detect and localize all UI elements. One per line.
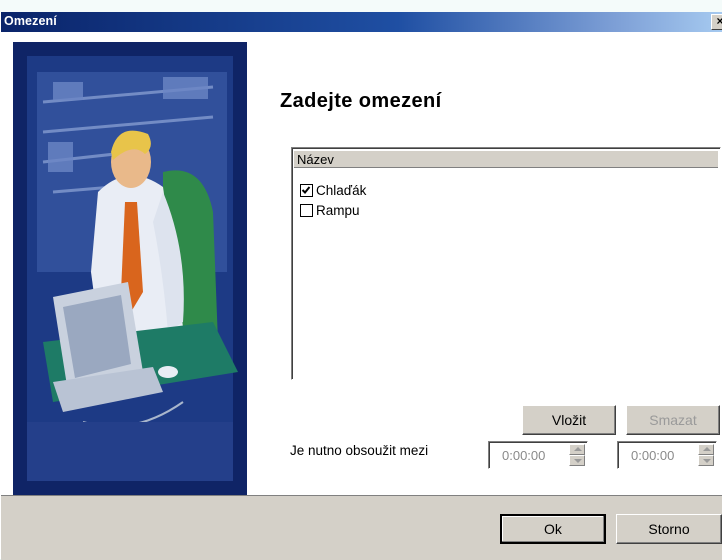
ok-button[interactable]: Ok — [500, 514, 606, 544]
spinner-arrows[interactable] — [569, 444, 585, 466]
spin-up-icon[interactable] — [569, 444, 585, 455]
close-button[interactable]: × — [711, 14, 722, 30]
time-from-spinner[interactable]: 0:00:00 — [488, 441, 588, 469]
spin-down-icon[interactable] — [698, 455, 714, 466]
time-range-label: Je nutno obsoužit mezi — [290, 443, 429, 458]
checkbox-unchecked[interactable] — [300, 203, 313, 217]
window-title: Omezení — [4, 14, 57, 28]
list-item-label: Rampu — [316, 202, 360, 218]
column-header-name[interactable]: Název — [294, 150, 718, 168]
time-to-value[interactable]: 0:00:00 — [631, 448, 674, 463]
dialog-footer: Ok Storno — [1, 495, 722, 560]
title-bar[interactable]: Omezení × — [1, 12, 722, 32]
checkbox-checked[interactable] — [300, 183, 313, 197]
cancel-button[interactable]: Storno — [616, 514, 722, 544]
list-item[interactable]: Rampu — [300, 200, 366, 220]
dialog-window: Omezení × Zadejte omezení Název Chlaďák … — [0, 12, 722, 560]
spin-up-icon[interactable] — [698, 444, 714, 455]
page-heading: Zadejte omezení — [280, 90, 442, 112]
constraints-list: Chlaďák Rampu — [300, 180, 366, 220]
spinner-arrows[interactable] — [698, 444, 714, 466]
time-to-spinner[interactable]: 0:00:00 — [617, 441, 717, 469]
wizard-illustration — [13, 42, 247, 495]
delete-button[interactable]: Smazat — [626, 405, 720, 435]
desktop-band — [0, 0, 722, 12]
checkmark-icon — [301, 185, 311, 194]
spin-down-icon[interactable] — [569, 455, 585, 466]
time-from-value[interactable]: 0:00:00 — [502, 448, 545, 463]
office-worker-illustration — [13, 42, 247, 495]
dialog-content: Zadejte omezení Název Chlaďák Rampu Vlož… — [1, 32, 722, 495]
list-item-label: Chlaďák — [316, 182, 367, 198]
insert-button[interactable]: Vložit — [522, 405, 616, 435]
list-item[interactable]: Chlaďák — [300, 180, 366, 200]
constraints-listbox[interactable]: Název Chlaďák Rampu — [291, 147, 721, 380]
